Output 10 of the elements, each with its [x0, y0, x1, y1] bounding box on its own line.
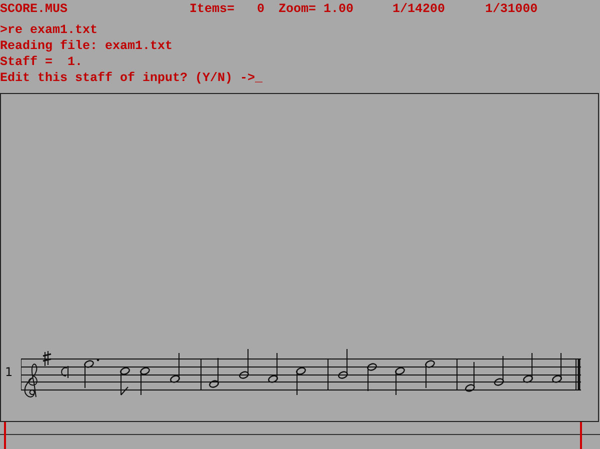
position-readout: 1/31000 [485, 2, 538, 18]
console-line: >re exam1.txt [0, 22, 99, 38]
console-line: Edit this staff of input? (Y/N) ->_ [0, 70, 264, 86]
position-readout: 1/14200 [392, 2, 446, 18]
staff-number: 1 [4, 365, 14, 379]
zoom-level: Zoom= 1.00 [278, 2, 354, 18]
status-filename: SCORE.MUS [0, 2, 68, 18]
item-count: Items= 0 [190, 2, 265, 18]
console-line: Reading file: exam1.txt [0, 38, 174, 54]
console-line: Staff = 1. [0, 54, 84, 70]
